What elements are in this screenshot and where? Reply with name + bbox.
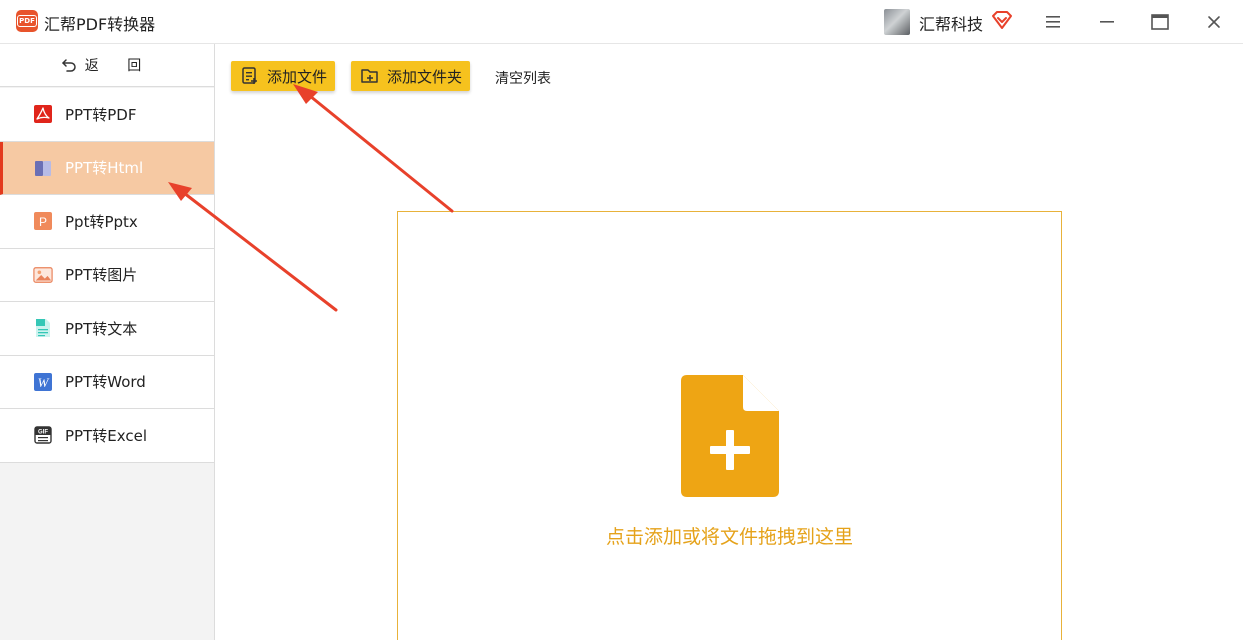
minimize-icon bbox=[1100, 21, 1114, 23]
pdf-icon bbox=[33, 104, 53, 124]
sidebar-item-label: PPT转图片 bbox=[65, 266, 138, 285]
sidebar-item-label: PPT转PDF bbox=[65, 105, 137, 124]
add-file-button[interactable]: 添加文件 bbox=[231, 61, 335, 91]
maximize-icon bbox=[1151, 14, 1169, 30]
menu-button[interactable] bbox=[1041, 10, 1065, 34]
minimize-button[interactable] bbox=[1095, 10, 1119, 34]
sidebar-item-ppt-to-excel[interactable]: GIF PPT转Excel bbox=[0, 409, 214, 463]
text-doc-icon bbox=[33, 318, 53, 338]
hamburger-menu-icon bbox=[1046, 16, 1060, 28]
sidebar-item-label: Ppt转Pptx bbox=[65, 212, 138, 231]
sidebar-item-ppt-to-word[interactable]: W PPT转Word bbox=[0, 355, 214, 409]
app-window: PDF 汇帮PDF转换器 汇帮科技 返 回 PPT转PDF PPT转Html P… bbox=[0, 0, 1243, 640]
add-file-icon bbox=[681, 375, 779, 497]
back-label: 返 回 bbox=[84, 58, 154, 74]
diamond-icon[interactable] bbox=[991, 10, 1013, 30]
back-arrow-icon bbox=[62, 59, 76, 72]
conversion-nav-list: PPT转PDF PPT转Html P Ppt转Pptx PPT转图片 PPT转文… bbox=[0, 88, 214, 463]
sidebar-item-ppt-to-image[interactable]: PPT转图片 bbox=[0, 248, 214, 302]
add-folder-icon bbox=[361, 69, 378, 83]
add-folder-button[interactable]: 添加文件夹 bbox=[351, 61, 470, 91]
user-avatar[interactable] bbox=[884, 9, 910, 35]
sidebar-item-label: PPT转Excel bbox=[65, 426, 147, 445]
word-icon: W bbox=[33, 372, 53, 392]
user-name[interactable]: 汇帮科技 bbox=[919, 11, 983, 35]
svg-text:GIF: GIF bbox=[38, 430, 48, 436]
image-icon bbox=[33, 265, 53, 285]
html-book-icon bbox=[33, 158, 53, 178]
sidebar: 返 回 PPT转PDF PPT转Html P Ppt转Pptx PPT转图片 P… bbox=[0, 44, 215, 640]
sidebar-item-ppt-to-html[interactable]: PPT转Html bbox=[0, 141, 214, 195]
back-button[interactable]: 返 回 bbox=[0, 44, 214, 87]
close-button[interactable] bbox=[1202, 10, 1226, 34]
app-logo-icon: PDF bbox=[16, 10, 38, 32]
svg-text:P: P bbox=[39, 215, 47, 229]
pptx-icon: P bbox=[33, 211, 53, 231]
maximize-button[interactable] bbox=[1148, 10, 1172, 34]
sidebar-item-ppt-to-pdf[interactable]: PPT转PDF bbox=[0, 88, 214, 142]
sidebar-item-label: PPT转文本 bbox=[65, 319, 138, 338]
title-bar: PDF 汇帮PDF转换器 汇帮科技 bbox=[0, 0, 1243, 44]
main-panel: 添加文件 添加文件夹 清空列表 点击添加或将文件拖拽到这里 bbox=[215, 44, 1243, 640]
svg-text:W: W bbox=[38, 375, 50, 390]
file-drop-zone[interactable]: 点击添加或将文件拖拽到这里 bbox=[397, 211, 1062, 640]
app-title: 汇帮PDF转换器 bbox=[44, 15, 156, 34]
add-file-label: 添加文件 bbox=[267, 67, 328, 86]
sidebar-item-ppt-to-text[interactable]: PPT转文本 bbox=[0, 302, 214, 356]
close-icon bbox=[1208, 16, 1220, 28]
sidebar-item-label: PPT转Html bbox=[65, 159, 144, 178]
drop-zone-hint: 点击添加或将文件拖拽到这里 bbox=[605, 526, 853, 548]
clear-list-button[interactable]: 清空列表 bbox=[495, 68, 551, 88]
gif-icon: GIF bbox=[33, 425, 53, 445]
sidebar-item-label: PPT转Word bbox=[65, 373, 146, 392]
add-file-icon bbox=[242, 67, 257, 84]
add-folder-label: 添加文件夹 bbox=[387, 67, 463, 86]
sidebar-item-ppt-to-pptx[interactable]: P Ppt转Pptx bbox=[0, 195, 214, 249]
